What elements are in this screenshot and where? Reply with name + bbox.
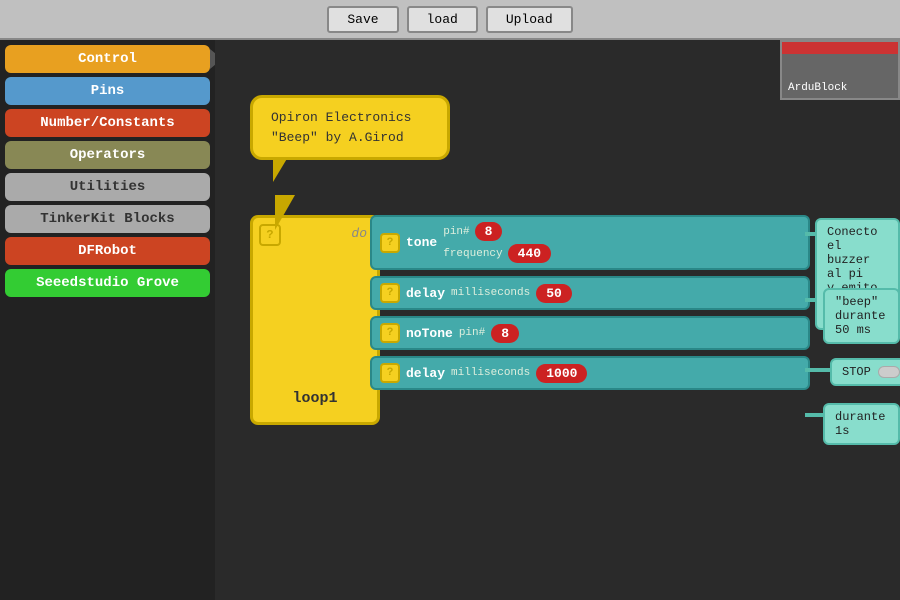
conn-notone-svg xyxy=(805,368,830,372)
toolbar: Save load Upload xyxy=(0,0,900,40)
sidebar-item-control[interactable]: Control xyxy=(5,45,210,73)
tone-question: ? xyxy=(380,233,400,253)
comment-block: Opiron Electronics "Beep" by A.Girod xyxy=(250,95,450,160)
notone-question: ? xyxy=(380,323,400,343)
tone-freq-label: frequency xyxy=(443,248,502,260)
save-button[interactable]: Save xyxy=(327,6,398,33)
delay2-question: ? xyxy=(380,363,400,383)
comment-line1: Opiron Electronics xyxy=(271,108,429,128)
tone-pin-value[interactable]: 8 xyxy=(475,222,503,241)
sidebar-item-dfrobot[interactable]: DFRobot xyxy=(5,237,210,265)
tone-pin-label: pin# xyxy=(443,226,469,238)
delay1-label: delay xyxy=(406,286,445,301)
tone-freq-row: frequency 440 xyxy=(443,244,551,263)
load-button[interactable]: load xyxy=(407,6,478,33)
sidebar-item-seeedstudio[interactable]: Seeedstudio Grove xyxy=(5,269,210,297)
ardublock-label: ArduBlock xyxy=(782,54,898,98)
loop-do-label: do xyxy=(351,226,367,241)
notone-block-inner: ? noTone pin# 8 xyxy=(380,323,800,343)
tone-label: tone xyxy=(406,235,437,250)
conn-delay2-svg xyxy=(805,413,823,417)
annotation-stop-text: STOP xyxy=(842,365,871,379)
annotation-durante-text: durante 1s xyxy=(835,410,885,438)
delay2-sublabel: milliseconds xyxy=(451,367,530,379)
sidebar-item-numberconstants[interactable]: Number/Constants xyxy=(5,109,210,137)
loop-label: loop1 xyxy=(292,390,337,407)
annotation-durante: durante 1s xyxy=(823,403,900,445)
tone-params: pin# 8 frequency 440 xyxy=(443,222,551,263)
upload-button[interactable]: Upload xyxy=(486,6,573,33)
delay1-sublabel: milliseconds xyxy=(451,287,530,299)
delay2-block-row: ? delay milliseconds 1000 xyxy=(370,356,810,390)
notone-value[interactable]: 8 xyxy=(491,324,519,343)
ardublock-area: ArduBlock xyxy=(780,40,900,100)
comment-connector-svg xyxy=(270,195,330,230)
delay2-block-inner: ? delay milliseconds 1000 xyxy=(380,363,800,383)
delay2-value[interactable]: 1000 xyxy=(536,364,587,383)
notone-block-row: ? noTone pin# 8 xyxy=(370,316,810,350)
comment-line2: "Beep" by A.Girod xyxy=(271,128,429,148)
delay1-question: ? xyxy=(380,283,400,303)
sidebar-item-operators[interactable]: Operators xyxy=(5,141,210,169)
sidebar-item-utilities[interactable]: Utilities xyxy=(5,173,210,201)
blocks-area: ? tone pin# 8 frequency 440 ? delay xyxy=(370,215,810,396)
annotation-stop: STOP xyxy=(830,358,900,386)
loop-block: ? do loop1 xyxy=(250,215,380,425)
annotation-buzzer-line1: Conecto el buzzer al pi xyxy=(827,225,888,281)
tone-freq-value[interactable]: 440 xyxy=(508,244,551,263)
stop-toggle[interactable] xyxy=(878,366,900,378)
sidebar-item-tinkerkit[interactable]: TinkerKit Blocks xyxy=(5,205,210,233)
tone-pin-row: pin# 8 xyxy=(443,222,551,241)
sidebar: Control Pins Number/Constants Operators … xyxy=(0,40,215,600)
annotation-beep-text: "beep" durante 50 ms xyxy=(835,295,885,337)
delay1-value[interactable]: 50 xyxy=(536,284,572,303)
delay1-block-inner: ? delay milliseconds 50 xyxy=(380,283,800,303)
tone-block-inner: ? tone pin# 8 frequency 440 xyxy=(380,222,800,263)
tone-block-row: ? tone pin# 8 frequency 440 xyxy=(370,215,810,270)
annotation-beep: "beep" durante 50 ms xyxy=(823,288,900,344)
delay2-label: delay xyxy=(406,366,445,381)
ardublock-inner xyxy=(782,42,898,54)
notone-sublabel: pin# xyxy=(459,327,485,339)
sidebar-item-pins[interactable]: Pins xyxy=(5,77,210,105)
notone-label: noTone xyxy=(406,326,453,341)
delay1-block-row: ? delay milliseconds 50 xyxy=(370,276,810,310)
main-canvas: ArduBlock Opiron Electronics "Beep" by A… xyxy=(215,40,900,600)
